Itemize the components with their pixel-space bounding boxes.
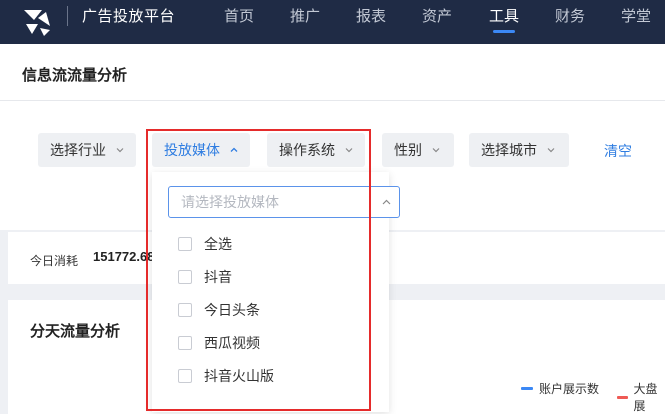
option-label: 抖音火山版 [204, 368, 274, 384]
nav-item-academy[interactable]: 学堂 [621, 5, 651, 26]
nav-item-tools[interactable]: 工具 [489, 5, 519, 26]
option-label: 全选 [204, 236, 232, 252]
media-filter-label: 投放媒体 [164, 142, 220, 158]
nav-item-reports[interactable]: 报表 [356, 5, 386, 26]
clear-filters-link[interactable]: 清空 [604, 141, 632, 161]
today-cost-label: 今日消耗 [30, 254, 79, 268]
chevron-up-icon[interactable] [382, 199, 391, 205]
city-filter-label: 选择城市 [481, 142, 537, 158]
legend-swatch [521, 387, 533, 390]
nav-item-home[interactable]: 首页 [224, 5, 254, 26]
city-filter[interactable]: 选择城市 [469, 133, 569, 167]
os-filter[interactable]: 操作系统 [267, 133, 365, 167]
page-title: 信息流流量分析 [22, 67, 128, 84]
chevron-down-icon [547, 148, 555, 153]
option-douyin-huoshan[interactable]: 抖音火山版 [178, 367, 274, 385]
media-search-input[interactable] [168, 186, 400, 218]
legend-swatch [617, 395, 628, 399]
active-nav-indicator [493, 30, 515, 33]
nav-item-finance[interactable]: 财务 [555, 5, 585, 26]
gender-filter[interactable]: 性别 [382, 133, 454, 167]
legend-label: 大盘展 [633, 382, 658, 413]
checkbox[interactable] [178, 303, 192, 317]
title-divider [0, 100, 665, 101]
checkbox[interactable] [178, 336, 192, 350]
chevron-up-icon [230, 147, 238, 152]
option-xigua-video[interactable]: 西瓜视频 [178, 334, 260, 352]
legend-label: 账户展示数 [539, 382, 600, 396]
checkbox[interactable] [178, 237, 192, 251]
gender-filter-label: 性别 [394, 142, 422, 158]
option-label: 西瓜视频 [204, 335, 260, 351]
industry-filter-label: 选择行业 [50, 142, 106, 158]
brand-name: 广告投放平台 [82, 8, 176, 25]
nav-item-promotion[interactable]: 推广 [290, 5, 320, 26]
option-label: 今日头条 [204, 302, 260, 318]
option-label: 抖音 [204, 269, 232, 285]
chevron-down-icon [116, 148, 124, 153]
media-dropdown-panel: 全选 抖音 今日头条 西瓜视频 抖音火山版 [152, 172, 400, 412]
chart-title: 分天流量分析 [30, 323, 121, 340]
os-filter-label: 操作系统 [279, 142, 335, 158]
chevron-down-icon [345, 148, 353, 153]
media-filter[interactable]: 投放媒体 [152, 133, 250, 167]
brand-divider [67, 6, 68, 26]
chevron-down-icon [432, 148, 440, 153]
legend-item-market-impressions[interactable]: 大盘展 [617, 380, 665, 414]
option-douyin[interactable]: 抖音 [178, 268, 232, 286]
today-cost-value: 151772.68 [93, 249, 155, 264]
top-navigation-bar: 广告投放平台 首页 推广 报表 资产 工具 财务 学堂 [0, 0, 665, 44]
legend-item-account-impressions[interactable]: 账户展示数 [521, 380, 599, 397]
option-toutiao[interactable]: 今日头条 [178, 301, 260, 319]
checkbox[interactable] [178, 270, 192, 284]
nav-item-assets[interactable]: 资产 [422, 5, 452, 26]
checkbox[interactable] [178, 369, 192, 383]
option-select-all[interactable]: 全选 [178, 235, 232, 253]
industry-filter[interactable]: 选择行业 [38, 133, 136, 167]
platform-logo-icon[interactable] [20, 6, 54, 36]
